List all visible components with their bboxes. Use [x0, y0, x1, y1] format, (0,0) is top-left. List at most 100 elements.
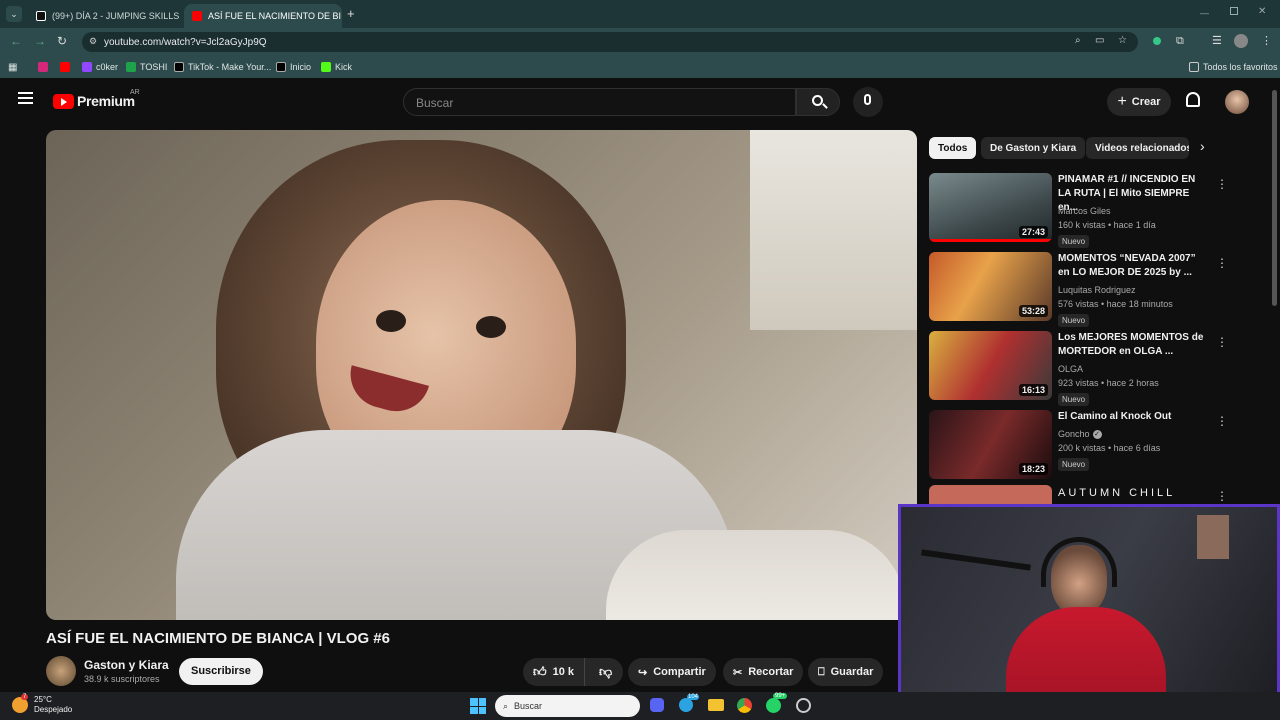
back-icon[interactable]: ←	[10, 34, 22, 48]
related-channel[interactable]: Luquitas Rodriguez	[1058, 285, 1136, 295]
video-thumbnail[interactable]: 18:23	[929, 410, 1052, 479]
bookmark-tiktok[interactable]: TikTok - Make Your...	[174, 60, 271, 74]
scrollbar[interactable]	[1272, 90, 1277, 306]
video-thumbnail[interactable]: 16:13	[929, 331, 1052, 400]
steam-icon[interactable]	[796, 698, 811, 713]
like-dislike-group: 👍︎ 10 k 👎︎	[523, 658, 623, 686]
save-button[interactable]: ⎕ Guardar	[808, 658, 884, 686]
share-button[interactable]: ↪ Compartir	[628, 658, 716, 686]
new-badge: Nuevo	[1058, 314, 1090, 327]
channel-avatar[interactable]	[46, 656, 76, 686]
related-video[interactable]: 16:13 Los MEJORES MOMENTOS de MORTEDOR e…	[929, 331, 1229, 406]
forward-icon[interactable]: →	[34, 34, 46, 48]
related-video[interactable]: 53:28 MOMENTOS “NEVADA 2007” en LO MEJOR…	[929, 252, 1229, 327]
telegram-icon[interactable]: 104	[679, 694, 700, 712]
more-options-icon[interactable]: ⋮	[1216, 414, 1228, 428]
video-thumbnail[interactable]: 27:43	[929, 173, 1052, 242]
chip-related[interactable]: Videos relacionados	[1086, 137, 1189, 159]
new-badge: Nuevo	[1058, 393, 1090, 406]
chip-todos[interactable]: Todos	[929, 137, 977, 159]
account-avatar[interactable]	[1225, 90, 1249, 114]
like-button[interactable]: 👍︎ 10 k	[523, 658, 586, 686]
dislike-button[interactable]: 👎︎	[591, 664, 620, 680]
bookmark-x-inicio[interactable]: Inicio	[276, 60, 311, 74]
bookmarks-bar: ▦ c0ker TOSHI TikTok - Make Your... Inic…	[0, 56, 1280, 78]
more-options-icon[interactable]: ⋮	[1216, 177, 1228, 191]
plus-icon: +	[1117, 93, 1127, 110]
search-button[interactable]	[796, 88, 840, 116]
related-title[interactable]: Los MEJORES MOMENTOS de MORTEDOR en OLGA…	[1058, 331, 1208, 359]
site-info-icon[interactable]: ⚙	[89, 36, 97, 47]
bookmark-kick[interactable]: Kick	[321, 60, 352, 74]
x-icon	[276, 62, 286, 72]
reload-icon[interactable]: ↻	[57, 34, 67, 48]
chrome-icon[interactable]	[737, 698, 752, 713]
windows-start-icon[interactable]	[470, 698, 486, 714]
video-player[interactable]	[46, 130, 917, 620]
weather-widget[interactable]: 7 25°C Despejado	[12, 694, 72, 715]
duration-badge: 27:43	[1018, 226, 1048, 238]
related-channel[interactable]: OLGA	[1058, 364, 1083, 374]
related-video[interactable]: AUTUMN CHILL ⋮	[929, 485, 1229, 505]
subscribe-button[interactable]: Suscribirse	[179, 658, 263, 685]
discord-icon[interactable]	[650, 698, 664, 712]
extensions-icon[interactable]: ⧉	[1176, 35, 1184, 48]
maximize-icon[interactable]	[1230, 7, 1238, 15]
hamburger-menu-icon[interactable]	[18, 92, 33, 104]
notifications-bell-icon[interactable]	[1186, 92, 1200, 107]
close-window-icon[interactable]: ✕	[1258, 6, 1266, 17]
taskbar-search[interactable]: ⌕ Buscar	[495, 695, 640, 717]
clip-button[interactable]: ✂ Recortar	[723, 658, 804, 686]
subscriber-count: 38.9 k suscriptores	[84, 674, 160, 684]
address-bar[interactable]: ⚙ youtube.com/watch?v=Jcl2aGyJp9Q ⌕ ▭ ☆	[82, 32, 1138, 52]
related-channel[interactable]: Marcos Giles	[1058, 206, 1111, 216]
chip-channel[interactable]: De Gaston y Kiara	[981, 137, 1086, 159]
video-thumbnail[interactable]	[929, 485, 1052, 504]
more-options-icon[interactable]: ⋮	[1216, 489, 1228, 503]
file-explorer-icon[interactable]	[708, 699, 724, 711]
microphone-arm	[921, 549, 1031, 571]
minimize-icon[interactable]: —	[1200, 8, 1209, 18]
related-title[interactable]: El Camino al Knock Out	[1058, 410, 1208, 424]
window-light	[750, 130, 917, 330]
youtube-bookmark-icon[interactable]	[60, 60, 70, 74]
folder-icon	[1189, 62, 1199, 72]
channel-name[interactable]: Gaston y Kiara	[84, 658, 169, 672]
youtube-logo[interactable]: Premium	[53, 93, 135, 109]
related-meta: 576 vistas • hace 18 minutos	[1058, 299, 1173, 309]
search-input[interactable]: Buscar	[403, 88, 796, 116]
zoom-icon[interactable]: ⌕	[1075, 35, 1081, 46]
related-video[interactable]: 27:43 PINAMAR #1 // INCENDIO EN LA RUTA …	[929, 173, 1229, 248]
youtube-icon	[192, 11, 202, 21]
bookmark-star-icon[interactable]: ☆	[1118, 35, 1127, 46]
browser-menu-icon[interactable]: ⋮	[1261, 34, 1272, 47]
new-tab-button[interactable]: +	[347, 6, 355, 21]
instagram-icon[interactable]	[38, 60, 48, 74]
chevron-right-icon[interactable]: ›	[1200, 138, 1205, 154]
url-text: youtube.com/watch?v=Jcl2aGyJp9Q	[104, 36, 267, 48]
related-title[interactable]: MOMENTOS “NEVADA 2007” en LO MEJOR DE 20…	[1058, 252, 1208, 280]
tiktok-icon	[174, 62, 184, 72]
more-options-icon[interactable]: ⋮	[1216, 335, 1228, 349]
apps-grid-icon[interactable]: ▦	[8, 60, 17, 74]
create-button[interactable]: + Crear	[1107, 88, 1171, 116]
more-options-icon[interactable]: ⋮	[1216, 256, 1228, 270]
shield-extension-icon[interactable]	[1153, 37, 1161, 45]
reading-list-icon[interactable]: ☰	[1212, 34, 1222, 47]
bookmark-toshi[interactable]: TOSHI	[126, 60, 167, 74]
bookmark-c0ker[interactable]: c0ker	[82, 60, 118, 74]
voice-search-button[interactable]	[853, 87, 883, 117]
related-title[interactable]: AUTUMN CHILL	[1058, 487, 1175, 499]
webcam-overlay	[898, 504, 1280, 720]
cast-icon[interactable]: ▭	[1095, 35, 1104, 46]
tab-jumping-skills[interactable]: (99+) DÍA 2 - JUMPING SKILLS # ✕	[28, 4, 180, 28]
search-icon: ⌕	[503, 700, 509, 711]
video-thumbnail[interactable]: 53:28	[929, 252, 1052, 321]
profile-avatar[interactable]	[1234, 34, 1248, 48]
whatsapp-icon[interactable]: 99+	[766, 693, 788, 713]
related-video[interactable]: 18:23 El Camino al Knock Out Goncho ✓ 200…	[929, 410, 1229, 482]
tab-list-chevron-icon[interactable]: ⌄	[6, 6, 22, 22]
tab-youtube-video[interactable]: ASÍ FUE EL NACIMIENTO DE BI ✕	[184, 4, 342, 28]
all-favorites[interactable]: Todos los favoritos	[1189, 60, 1278, 74]
related-channel[interactable]: Goncho ✓	[1058, 429, 1102, 439]
